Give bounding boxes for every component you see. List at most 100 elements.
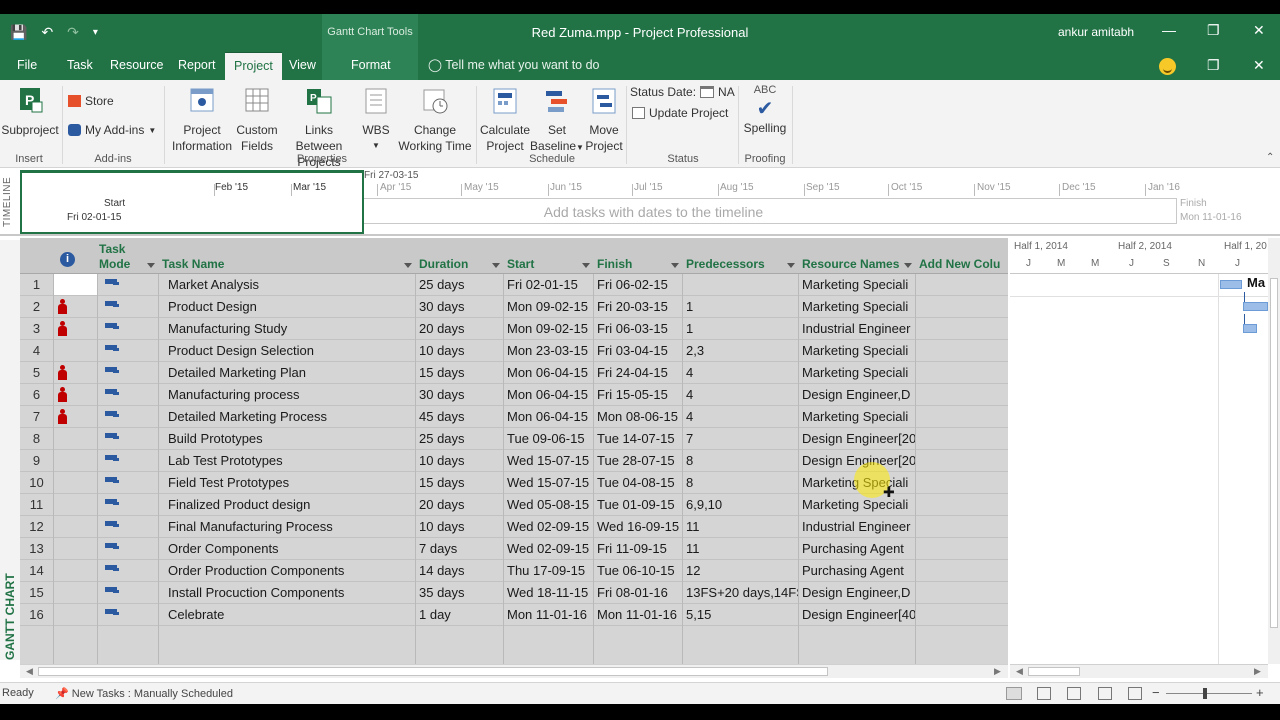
start-cell[interactable]: Mon 09-02-15 [503, 318, 593, 340]
task-name-cell[interactable]: Product Design Selection [158, 340, 415, 362]
start-cell[interactable]: Mon 11-01-16 [503, 604, 593, 626]
predecessors-cell[interactable]: 12 [682, 560, 798, 582]
start-cell[interactable]: Wed 02-09-15 [503, 516, 593, 538]
header-indicators[interactable]: i [53, 238, 97, 274]
table-row[interactable]: 13 Order Components 7 days Wed 02-09-15 Fri … [20, 538, 1008, 560]
row-number[interactable]: 9 [20, 450, 53, 472]
gantt-view-icon[interactable] [1006, 687, 1022, 700]
feedback-smiley-icon[interactable] [1159, 58, 1176, 75]
start-cell[interactable]: Mon 06-04-15 [503, 384, 593, 406]
overallocated-person-icon[interactable] [58, 365, 67, 381]
table-row[interactable]: 12 Final Manufacturing Process 10 days Wed … [20, 516, 1008, 538]
zoom-slider[interactable] [1166, 693, 1252, 694]
row-number[interactable]: 11 [20, 494, 53, 516]
predecessors-cell[interactable]: 13FS+20 days,14FS [682, 582, 798, 604]
indicator-cell[interactable] [53, 318, 97, 340]
predecessors-cell[interactable]: 6,9,10 [682, 494, 798, 516]
scrollbar-thumb[interactable] [38, 667, 828, 676]
task-name-cell[interactable]: Finalized Product design [158, 494, 415, 516]
duration-cell[interactable]: 20 days [415, 494, 503, 516]
header-resource-names[interactable]: Resource Names [798, 238, 915, 274]
predecessors-cell[interactable]: 4 [682, 384, 798, 406]
view-bar[interactable]: GANTT CHART [0, 240, 20, 660]
row-number[interactable]: 10 [20, 472, 53, 494]
table-row[interactable]: 2 Product Design 30 days Mon 09-02-15 Fri 20… [20, 296, 1008, 318]
row-number[interactable]: 2 [20, 296, 53, 318]
task-mode-cell[interactable] [97, 604, 158, 626]
zoom-out-icon[interactable]: − [1152, 685, 1160, 700]
resource-names-cell[interactable]: Design Engineer,D [798, 582, 915, 604]
indicator-cell[interactable] [53, 560, 97, 582]
scroll-left-icon[interactable]: ◀ [26, 665, 33, 678]
task-mode-cell[interactable] [97, 494, 158, 516]
duration-cell[interactable]: 45 days [415, 406, 503, 428]
minimize-icon[interactable]: — [1162, 22, 1176, 38]
start-cell[interactable]: Fri 02-01-15 [503, 274, 593, 296]
row-number[interactable]: 3 [20, 318, 53, 340]
indicator-cell[interactable] [53, 340, 97, 362]
start-cell[interactable]: Wed 15-07-15 [503, 450, 593, 472]
task-mode-cell[interactable] [97, 560, 158, 582]
task-name-cell[interactable]: Market Analysis [158, 274, 415, 296]
gantt-bar[interactable] [1220, 280, 1242, 289]
task-name-cell[interactable]: Product Design [158, 296, 415, 318]
header-finish[interactable]: Finish [593, 238, 682, 274]
task-mode-cell[interactable] [97, 428, 158, 450]
indicator-cell[interactable] [53, 384, 97, 406]
set-baseline-button[interactable]: Set Baseline▼ [530, 86, 584, 156]
finish-cell[interactable]: Fri 06-02-15 [593, 274, 682, 296]
resource-names-cell[interactable]: Marketing Speciali [798, 406, 915, 428]
tab-project[interactable]: Project [225, 52, 282, 80]
start-cell[interactable]: Tue 09-06-15 [503, 428, 593, 450]
ribbon-close-icon[interactable]: ✕ [1253, 57, 1265, 74]
start-cell[interactable]: Mon 23-03-15 [503, 340, 593, 362]
resource-names-cell[interactable]: Design Engineer,D [798, 384, 915, 406]
finish-cell[interactable]: Fri 03-04-15 [593, 340, 682, 362]
finish-cell[interactable]: Mon 11-01-16 [593, 604, 682, 626]
header-add-new-column[interactable]: Add New Colu [915, 238, 1008, 274]
row-number[interactable]: 4 [20, 340, 53, 362]
duration-cell[interactable]: 30 days [415, 384, 503, 406]
task-mode-cell[interactable] [97, 472, 158, 494]
gantt-chart[interactable]: Half 1, 2014 Half 2, 2014 Half 1, 20 J M… [1010, 238, 1268, 664]
table-row[interactable]: 8 Build Prototypes 25 days Tue 09-06-15 Tue … [20, 428, 1008, 450]
close-icon[interactable]: ✕ [1253, 22, 1265, 39]
gantt-bar[interactable] [1243, 324, 1257, 333]
duration-cell[interactable]: 15 days [415, 362, 503, 384]
table-row[interactable]: 14 Order Production Components 14 days Thu … [20, 560, 1008, 582]
finish-cell[interactable]: Fri 15-05-15 [593, 384, 682, 406]
table-row[interactable]: 15 Install Procuction Components 35 days We… [20, 582, 1008, 604]
indicator-cell[interactable] [53, 494, 97, 516]
duration-cell[interactable]: 10 days [415, 516, 503, 538]
predecessors-cell[interactable]: 4 [682, 362, 798, 384]
finish-cell[interactable]: Tue 06-10-15 [593, 560, 682, 582]
custom-fields-button[interactable]: Custom Fields [234, 86, 280, 154]
task-name-cell[interactable]: Manufacturing process [158, 384, 415, 406]
resource-names-cell[interactable]: Industrial Engineer [798, 516, 915, 538]
duration-cell[interactable]: 14 days [415, 560, 503, 582]
duration-cell[interactable]: 1 day [415, 604, 503, 626]
project-information-button[interactable]: Project Information [166, 86, 238, 154]
report-view-icon[interactable] [1128, 687, 1142, 700]
scroll-right-icon[interactable]: ▶ [1254, 665, 1261, 678]
move-project-button[interactable]: Move Project [582, 86, 626, 154]
indicator-cell[interactable] [53, 296, 97, 318]
task-mode-cell[interactable] [97, 296, 158, 318]
table-row[interactable]: 3 Manufacturing Study 20 days Mon 09-02-15 F… [20, 318, 1008, 340]
table-row[interactable]: 11 Finalized Product design 20 days Wed 05-… [20, 494, 1008, 516]
collapse-ribbon-icon[interactable]: ⌃ [1266, 152, 1274, 163]
indicator-cell[interactable] [53, 428, 97, 450]
task-name-cell[interactable]: Order Production Components [158, 560, 415, 582]
predecessors-cell[interactable]: 11 [682, 516, 798, 538]
finish-cell[interactable]: Fri 06-03-15 [593, 318, 682, 340]
resource-names-cell[interactable]: Industrial Engineer [798, 318, 915, 340]
indicator-cell[interactable] [53, 406, 97, 428]
overallocated-person-icon[interactable] [58, 299, 67, 315]
resource-names-cell[interactable]: Purchasing Agent [798, 538, 915, 560]
team-planner-view-icon[interactable] [1067, 687, 1081, 700]
row-number[interactable]: 7 [20, 406, 53, 428]
tab-format[interactable]: Format [342, 52, 400, 80]
task-name-cell[interactable]: Build Prototypes [158, 428, 415, 450]
duration-cell[interactable]: 30 days [415, 296, 503, 318]
row-number[interactable]: 6 [20, 384, 53, 406]
